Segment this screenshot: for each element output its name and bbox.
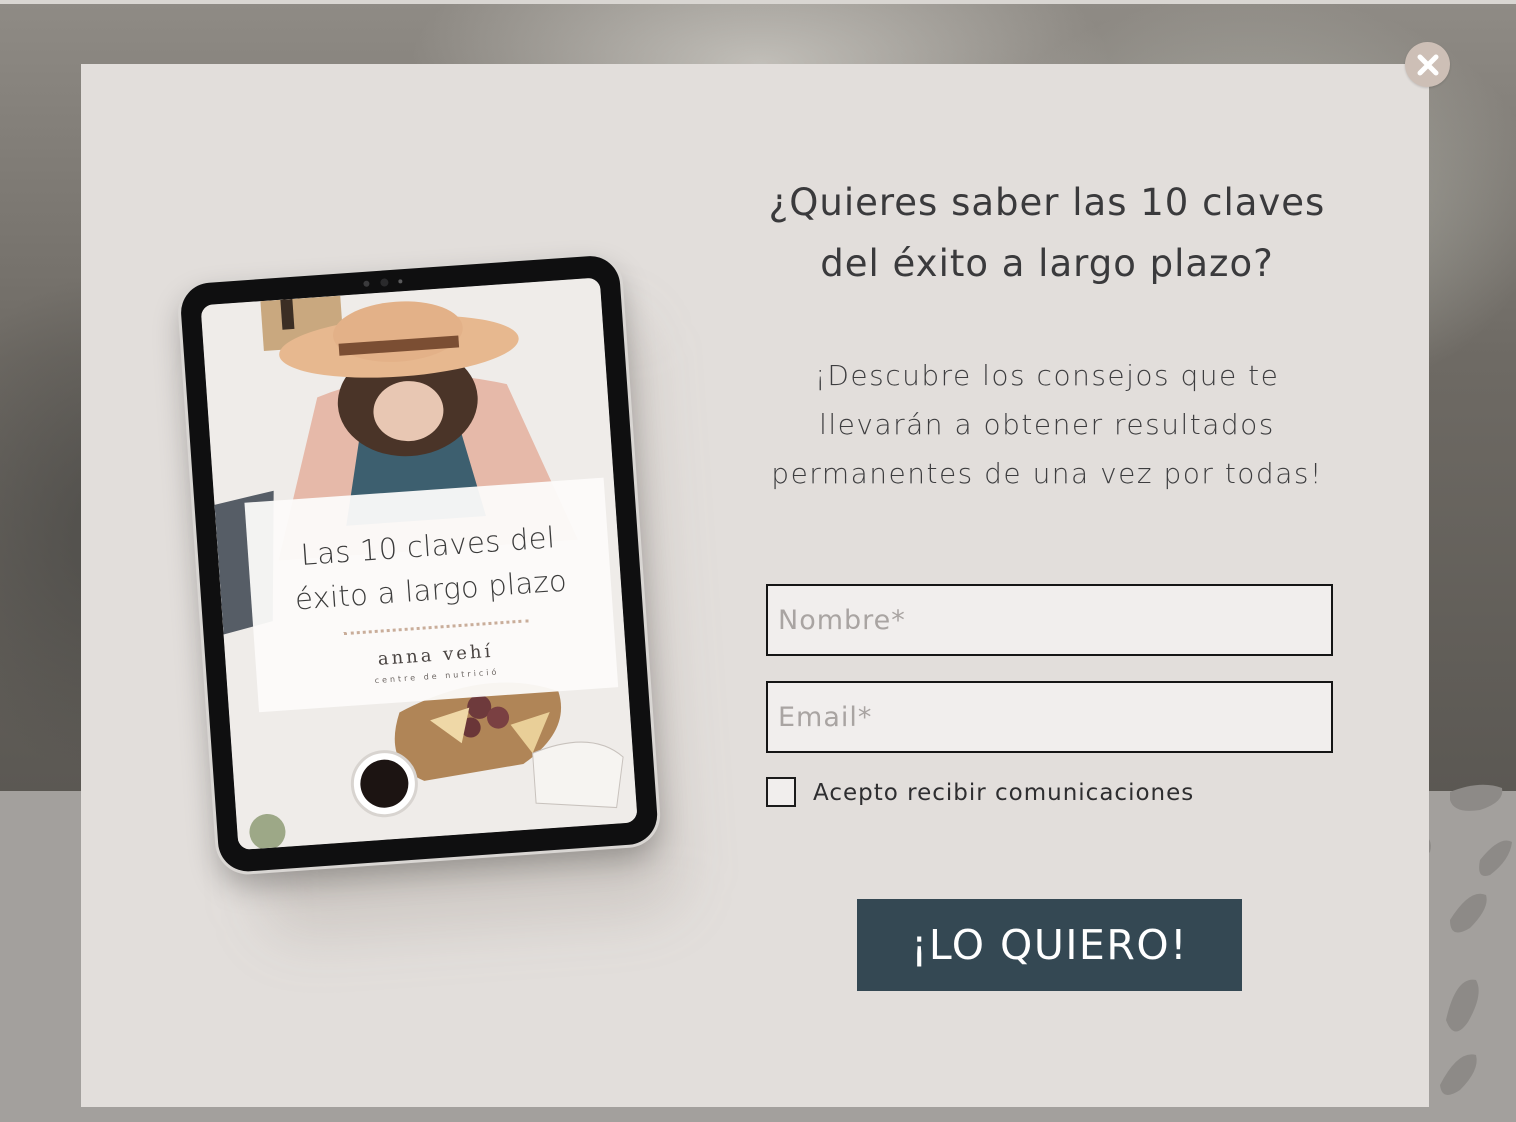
close-button[interactable] xyxy=(1405,42,1450,87)
ebook-tablet-mockup: Las 10 claves del éxito a largo plazo an… xyxy=(179,253,684,941)
close-icon xyxy=(1417,54,1438,75)
background-brush-strokes xyxy=(1420,784,1512,1095)
consent-label[interactable]: Acepto recibir comunicaciones xyxy=(813,776,1194,810)
submit-button[interactable]: ¡LO QUIERO! xyxy=(857,899,1242,991)
consent-checkbox[interactable] xyxy=(766,777,796,807)
tablet-camera xyxy=(363,278,403,287)
cover-title-card: Las 10 claves del éxito a largo plazo an… xyxy=(244,477,619,713)
popup-headline: ¿Quieres saber las 10 claves del éxito a… xyxy=(768,181,1326,285)
name-field[interactable] xyxy=(766,584,1333,656)
ebook-cover: Las 10 claves del éxito a largo plazo an… xyxy=(200,277,638,851)
cover-dotted-divider xyxy=(343,619,529,636)
popup-subtext: ¡Descubre los consejos que te llevarán a… xyxy=(771,359,1323,490)
tablet-frame: Las 10 claves del éxito a largo plazo an… xyxy=(179,254,660,874)
email-field[interactable] xyxy=(766,681,1333,753)
ebook-title: Las 10 claves del éxito a largo plazo xyxy=(293,520,569,617)
